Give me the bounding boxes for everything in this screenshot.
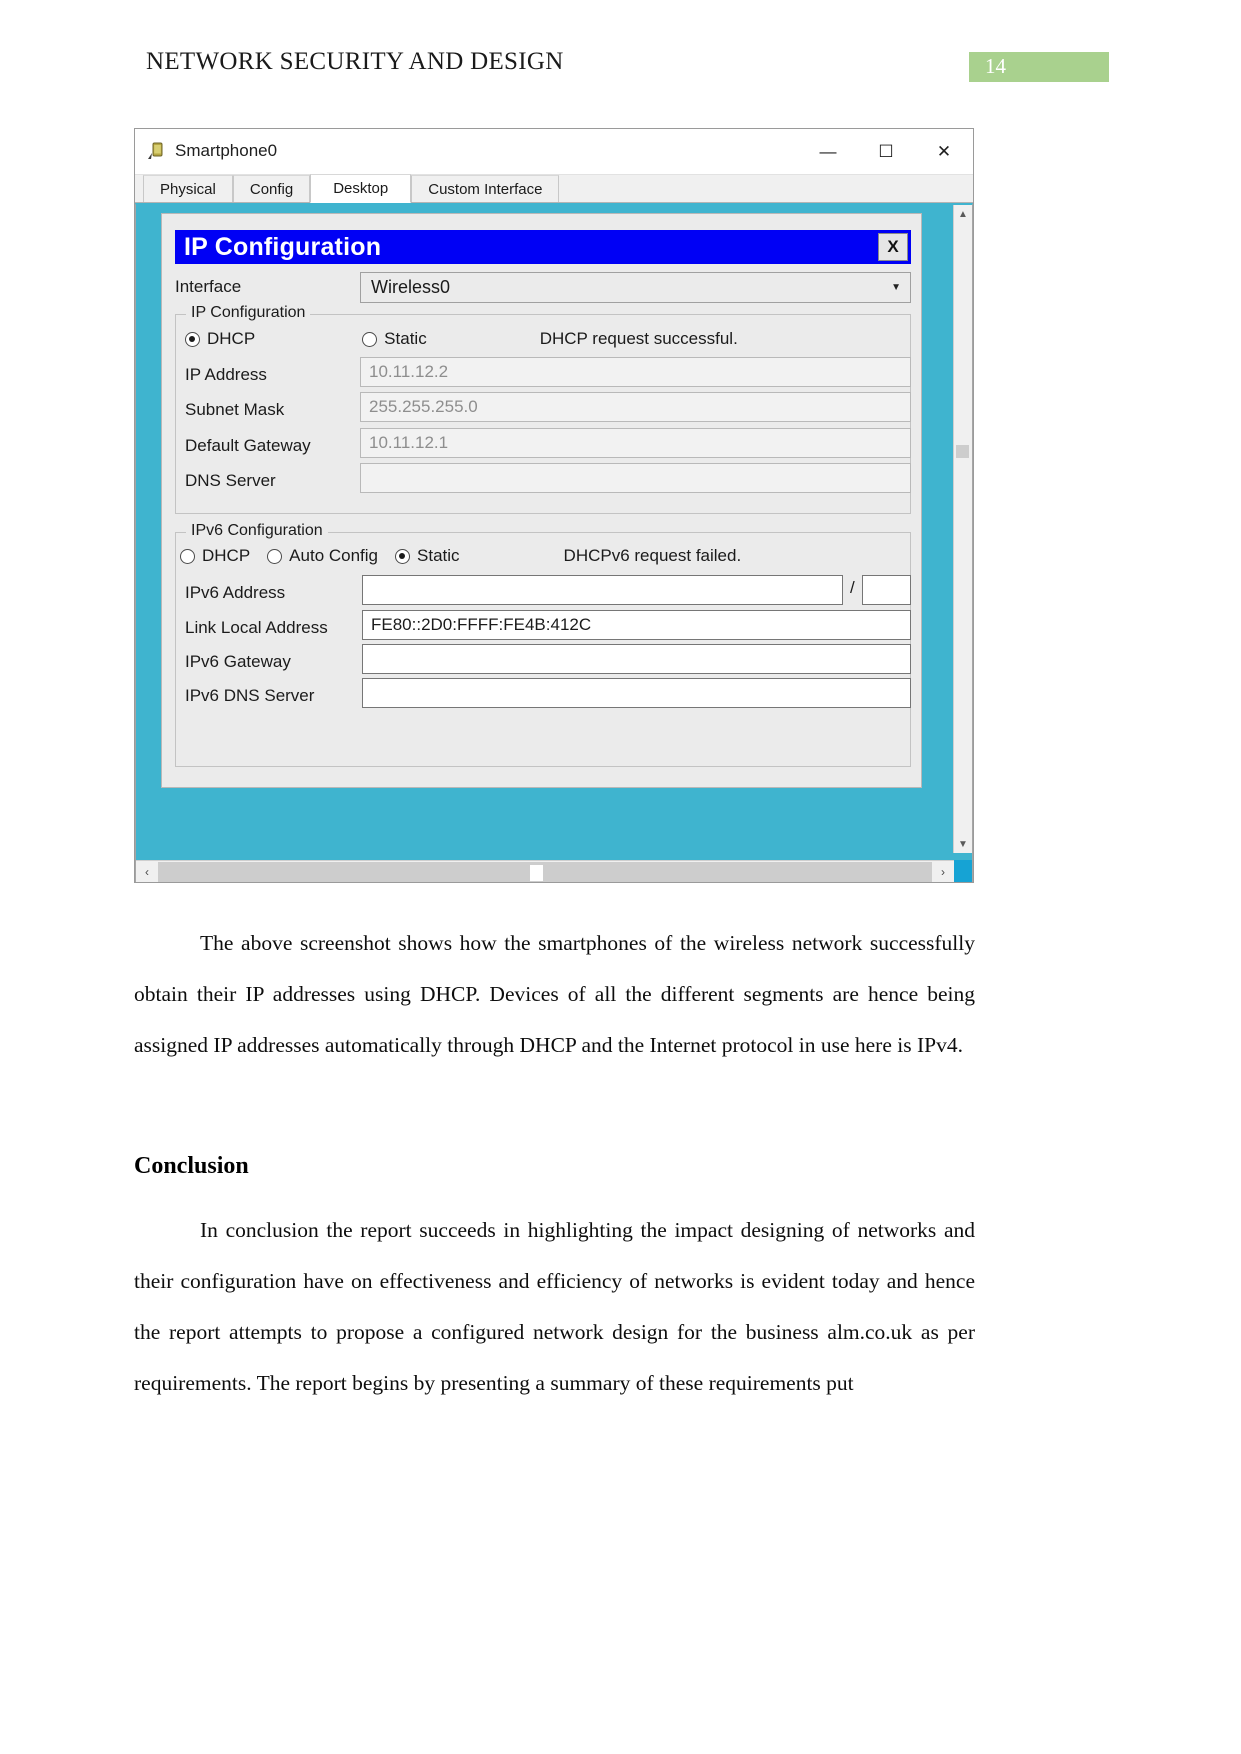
ipv6-address-input[interactable] <box>362 575 843 605</box>
dns-server-label: DNS Server <box>185 471 276 490</box>
ip-configuration-dialog: IP Configuration X Interface Wireless0 ▼… <box>161 213 922 788</box>
dialog-title-bar: IP Configuration X <box>175 230 911 264</box>
scrollbar-corner <box>954 860 972 882</box>
subnet-mask-label: Subnet Mask <box>185 400 285 419</box>
dialog-close-button[interactable]: X <box>878 233 908 261</box>
ipv6-dns-server-label: IPv6 DNS Server <box>185 686 315 705</box>
link-local-address-label: Link Local Address <box>185 618 328 637</box>
radio-dot-icon <box>180 548 195 564</box>
document-header: NETWORK SECURITY AND DESIGN 14 <box>0 48 1241 88</box>
ipv6-status-message: DHCPv6 request failed. <box>563 546 742 565</box>
radio-dot-icon <box>362 331 378 347</box>
tab-desktop[interactable]: Desktop <box>310 174 412 203</box>
radio-ipv6-auto-config[interactable]: Auto Config <box>267 546 378 566</box>
radio-ipv6-static[interactable]: Static <box>395 546 460 566</box>
radio-dot-icon <box>395 548 411 564</box>
minimize-button[interactable]: — <box>799 129 857 174</box>
radio-ipv6-auto-config-label: Auto Config <box>289 546 379 565</box>
chevron-down-icon: ▼ <box>891 282 901 293</box>
ipv6-dns-server-row: IPv6 DNS Server <box>175 681 314 711</box>
window-title: Smartphone0 <box>175 141 278 160</box>
paragraph-2: In conclusion the report succeeds in hig… <box>134 1218 975 1395</box>
page-number-badge: 14 <box>969 52 1109 82</box>
ipv6-prefix-length-input[interactable] <box>862 575 911 605</box>
ipv6-address-row: IPv6 Address <box>175 578 285 608</box>
horizontal-scroll-thumb[interactable] <box>529 865 543 881</box>
conclusion-heading: Conclusion <box>134 1153 249 1179</box>
close-button[interactable]: ✕ <box>915 129 973 174</box>
subnet-mask-input[interactable]: 255.255.255.0 <box>360 392 911 422</box>
radio-ipv4-static[interactable]: Static <box>362 329 427 349</box>
default-gateway-row: Default Gateway <box>175 431 311 461</box>
radio-dot-icon <box>185 331 200 347</box>
horizontal-scrollbar[interactable]: ‹ › <box>136 860 972 882</box>
dialog-title: IP Configuration <box>184 232 382 261</box>
tab-physical[interactable]: Physical <box>143 175 233 202</box>
default-gateway-input[interactable]: 10.11.12.1 <box>360 428 911 458</box>
ipv6-address-label: IPv6 Address <box>185 583 286 602</box>
ip-address-input[interactable]: 10.11.12.2 <box>360 357 911 387</box>
interface-label: Interface <box>175 277 242 296</box>
ipv6-gateway-label: IPv6 Gateway <box>185 652 291 671</box>
ipv6-group-title: IPv6 Configuration <box>186 522 328 540</box>
scroll-right-arrow-icon[interactable]: › <box>932 861 954 882</box>
interface-dropdown[interactable]: Wireless0 ▼ <box>360 272 911 303</box>
scroll-up-arrow-icon[interactable]: ▲ <box>954 205 972 223</box>
radio-ipv6-dhcp-label: DHCP <box>202 546 251 565</box>
window-title-bar: Smartphone0 — ☐ ✕ <box>135 129 973 175</box>
desktop-canvas: IP Configuration X Interface Wireless0 ▼… <box>135 203 973 882</box>
embedded-screenshot-figure: Smartphone0 — ☐ ✕ Physical Config Deskto… <box>134 128 974 883</box>
radio-ipv4-dhcp-label: DHCP <box>207 329 256 348</box>
link-local-address-input[interactable]: FE80::2D0:FFFF:FE4B:412C <box>362 610 911 640</box>
page-number: 14 <box>985 54 1006 78</box>
default-gateway-label: Default Gateway <box>185 436 311 455</box>
dns-server-input[interactable] <box>360 463 911 493</box>
scroll-left-arrow-icon[interactable]: ‹ <box>136 861 158 882</box>
interface-value: Wireless0 <box>371 277 451 297</box>
interface-row: Interface <box>175 272 241 302</box>
ipv4-status-message: DHCP request successful. <box>539 329 738 348</box>
ipv6-gateway-row: IPv6 Gateway <box>175 647 291 677</box>
vertical-scrollbar[interactable]: ▲ ▼ <box>953 205 972 853</box>
vertical-scroll-thumb[interactable] <box>956 445 969 458</box>
dns-server-row: DNS Server <box>175 466 276 496</box>
tab-strip: Physical Config Desktop Custom Interface <box>135 174 973 203</box>
ipv4-group-title: IP Configuration <box>186 304 311 322</box>
radio-ipv4-dhcp[interactable]: DHCP <box>185 329 255 349</box>
ip-address-label: IP Address <box>185 365 267 384</box>
tab-custom-interface[interactable]: Custom Interface <box>411 175 560 202</box>
radio-dot-icon <box>267 548 283 564</box>
maximize-button[interactable]: ☐ <box>857 129 915 174</box>
subnet-mask-row: Subnet Mask <box>175 395 284 425</box>
radio-ipv4-static-label: Static <box>384 329 427 348</box>
paragraph-1: The above screenshot shows how the smart… <box>134 931 975 1057</box>
smartphone-icon <box>147 141 167 161</box>
ipv6-prefix-separator: / <box>850 578 855 597</box>
window-controls: — ☐ ✕ <box>799 129 973 174</box>
running-head: NETWORK SECURITY AND DESIGN <box>146 48 564 75</box>
ipv6-gateway-input[interactable] <box>362 644 911 674</box>
ipv6-dns-server-input[interactable] <box>362 678 911 708</box>
scroll-down-arrow-icon[interactable]: ▼ <box>954 835 972 853</box>
radio-ipv6-dhcp[interactable]: DHCP <box>180 546 250 566</box>
tab-config[interactable]: Config <box>232 175 311 202</box>
ipv6-mode-row: DHCP Auto Config Static DHCPv6 request f… <box>175 541 741 571</box>
ip-address-row: IP Address <box>175 360 267 390</box>
link-local-address-row: Link Local Address <box>175 613 328 643</box>
radio-ipv6-static-label: Static <box>417 546 460 565</box>
ipv4-mode-row: DHCP Static DHCP request successful. <box>175 324 738 354</box>
horizontal-scroll-track[interactable] <box>158 862 932 882</box>
